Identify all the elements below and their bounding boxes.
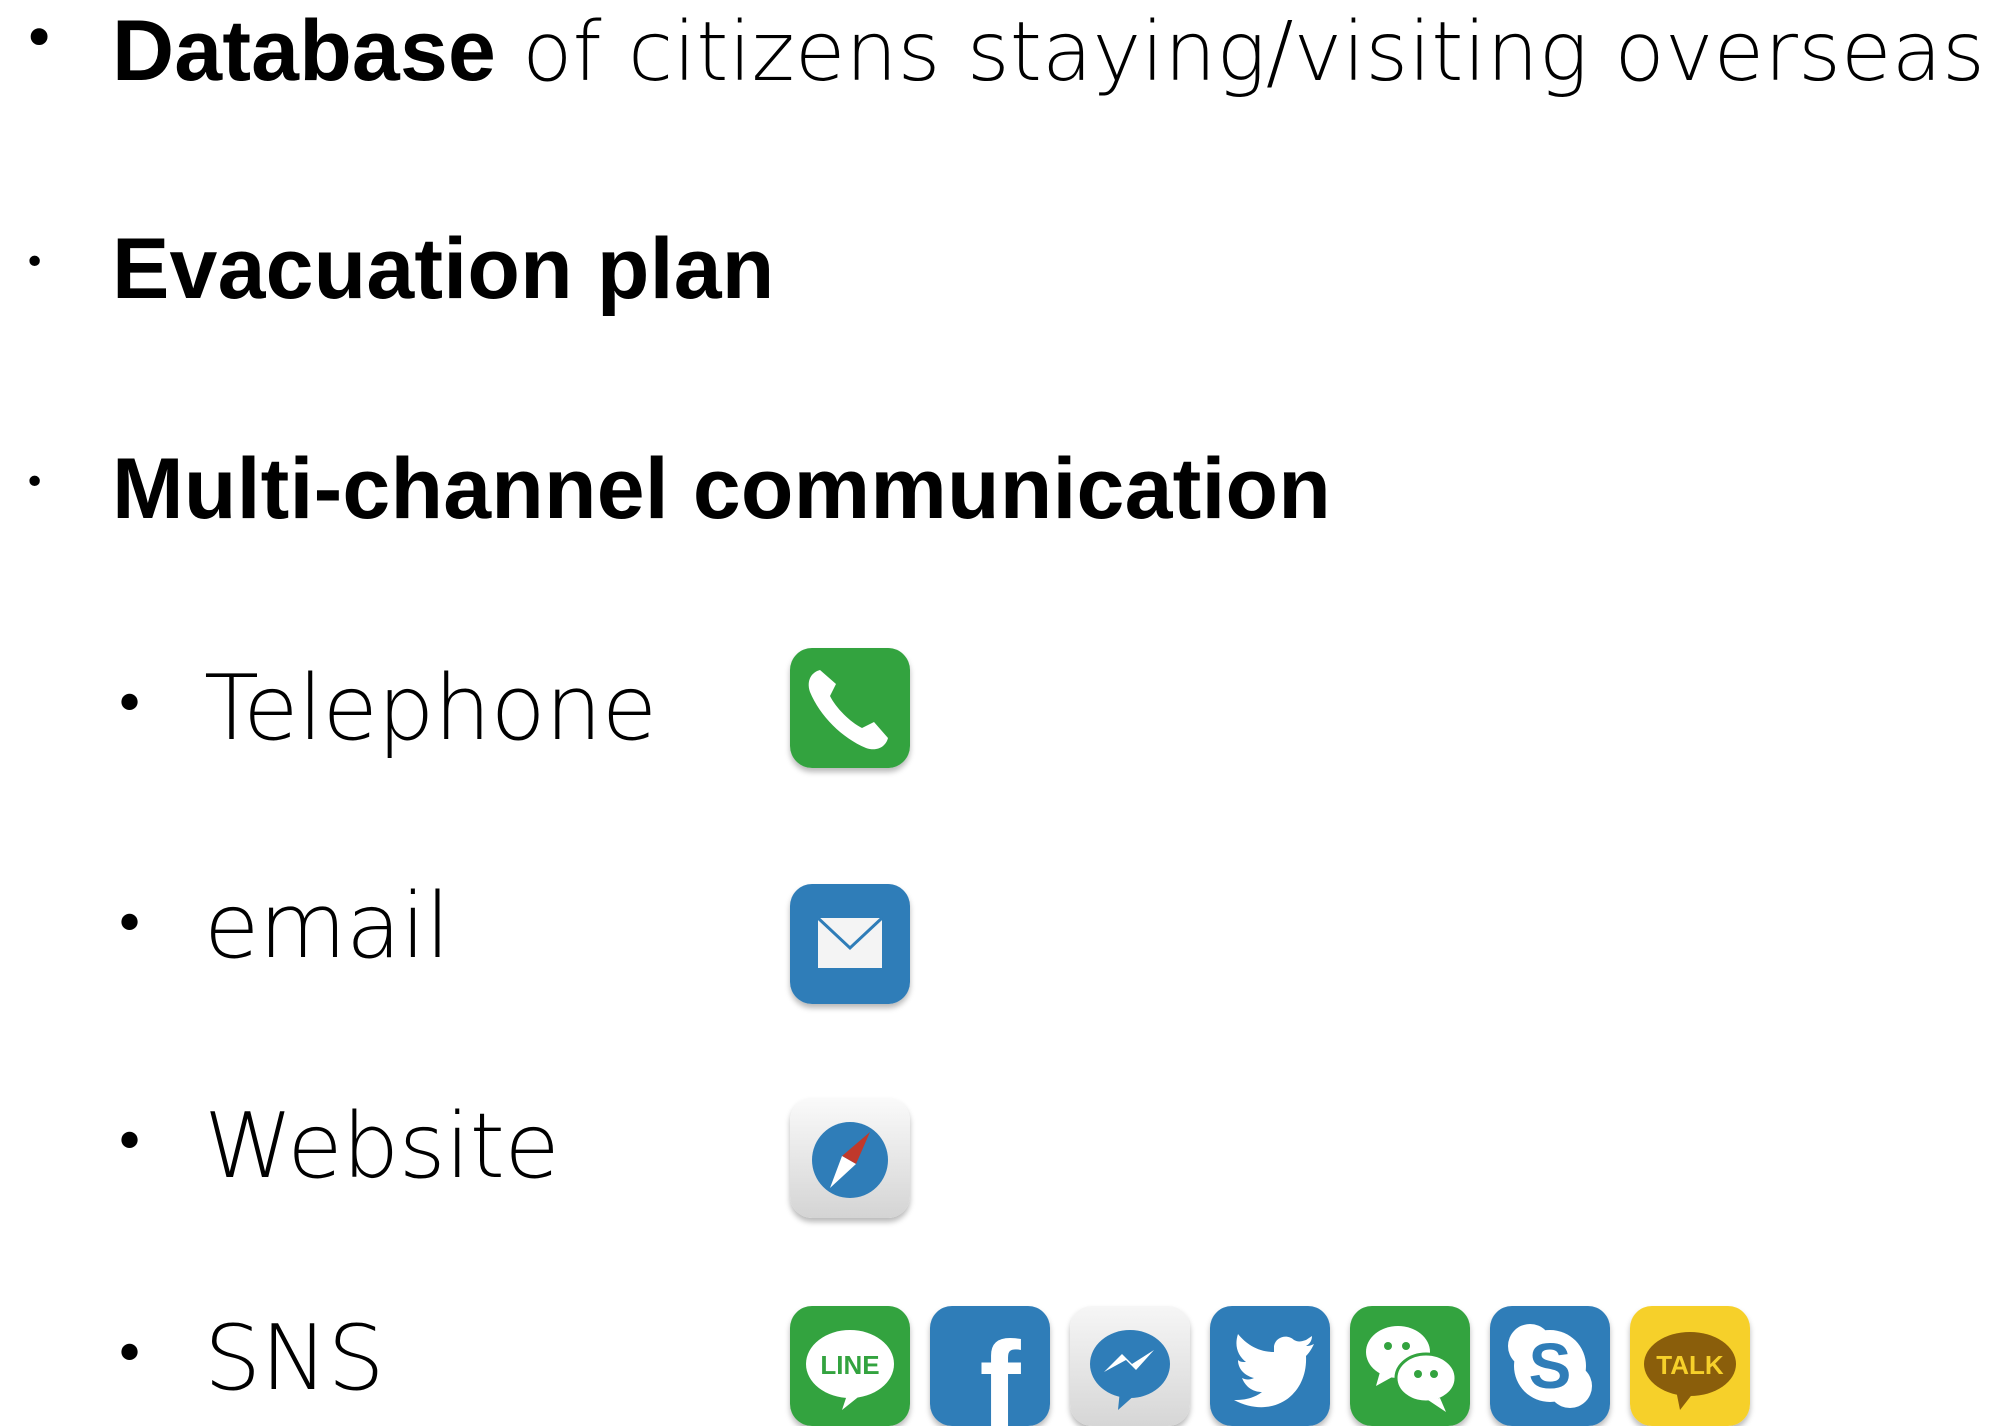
messenger-icon[interactable]	[1070, 1306, 1190, 1426]
bullet-dot: •	[113, 672, 147, 737]
line-icon-text: LINE	[820, 1350, 879, 1380]
bullet-dot: •	[24, 242, 46, 283]
facebook-icon-text: f	[979, 1317, 1021, 1426]
line-icon[interactable]: LINE	[790, 1306, 910, 1426]
bullet-multichannel-strong: Multi-channel communication	[112, 441, 1332, 537]
skype-icon[interactable]: S	[1490, 1306, 1610, 1426]
bullet-evacuation-strong: Evacuation plan	[112, 221, 775, 317]
bullet-database-strong: Database	[112, 3, 497, 99]
bullet-evacuation-text: Evacuation plan	[112, 226, 775, 312]
bullet-multichannel-text: Multi-channel communication	[112, 446, 1331, 532]
wechat-icon[interactable]	[1350, 1306, 1470, 1426]
channel-label: Website	[204, 1094, 560, 1199]
bullet-database-rest: of citizens staying/visiting overseas	[496, 5, 1986, 100]
bullet-dot: •	[113, 892, 147, 957]
bullet-dot: •	[22, 4, 57, 72]
bullet-dot: •	[113, 1322, 147, 1387]
bullet-database-text: Database of citizens staying/visiting ov…	[112, 8, 1985, 94]
mail-icon[interactable]	[790, 884, 910, 1004]
kakaotalk-icon[interactable]: TALK	[1630, 1306, 1750, 1426]
phone-icon[interactable]	[790, 648, 910, 768]
twitter-icon[interactable]	[1210, 1306, 1330, 1426]
skype-icon-text: S	[1529, 1330, 1572, 1402]
channel-label: SNS	[204, 1306, 385, 1411]
bullet-dot: •	[24, 462, 46, 503]
compass-icon[interactable]	[790, 1098, 910, 1218]
channel-label: email	[204, 874, 450, 979]
kakaotalk-icon-text: TALK	[1656, 1350, 1724, 1380]
channel-label: Telephone	[204, 656, 657, 761]
bullet-dot: •	[113, 1110, 147, 1175]
facebook-icon[interactable]: f	[930, 1306, 1050, 1426]
